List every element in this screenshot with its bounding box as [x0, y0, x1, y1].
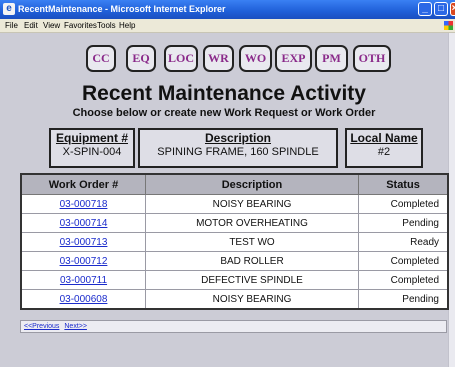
- description-cell: MOTOR OVERHEATING: [145, 213, 359, 233]
- page-title: Recent Maintenance Activity: [82, 82, 366, 105]
- nav-button-pm[interactable]: PM: [315, 45, 348, 72]
- table-row: 03-000712 BAD ROLLER Completed: [20, 251, 449, 271]
- table-row: 03-000713 TEST WO Ready: [20, 232, 449, 252]
- menu-file[interactable]: File: [5, 21, 18, 30]
- menu-favorites[interactable]: Favorites: [64, 21, 97, 30]
- work-order-cell: 03-000714: [20, 213, 146, 233]
- nav-button-wo[interactable]: WO: [239, 45, 272, 72]
- nav-button-oth[interactable]: OTH: [353, 45, 391, 72]
- menu-edit[interactable]: Edit: [24, 21, 38, 30]
- local-name-label: Local Name: [350, 131, 418, 145]
- equipment-label: Equipment #: [55, 131, 128, 145]
- description-box: Description SPINING FRAME, 160 SPINDLE: [138, 128, 338, 168]
- description-label: Description: [204, 131, 271, 145]
- work-order-cell: 03-000712: [20, 251, 146, 271]
- work-order-link[interactable]: 03-000608: [60, 294, 108, 305]
- maximize-button[interactable]: □: [434, 2, 448, 16]
- equipment-box: Equipment # X-SPIN-004: [49, 128, 135, 168]
- work-order-link[interactable]: 03-000714: [60, 218, 108, 229]
- work-order-link[interactable]: 03-000713: [60, 237, 108, 248]
- equipment-value: X-SPIN-004: [62, 146, 122, 158]
- description-cell: NOISY BEARING: [145, 289, 359, 310]
- column-header-status: Status: [358, 173, 449, 195]
- status-cell: Completed: [358, 194, 449, 214]
- close-button[interactable]: ×: [450, 2, 455, 16]
- page-subtitle: Choose below or create new Work Request …: [72, 107, 376, 119]
- vertical-scrollbar[interactable]: [448, 33, 455, 367]
- table-row: 03-000711 DEFECTIVE SPINDLE Completed: [20, 270, 449, 290]
- description-cell: TEST WO: [145, 232, 359, 252]
- pagination-bar: <<Previous Next>>: [20, 320, 447, 333]
- previous-page-link[interactable]: <<Previous: [24, 323, 59, 330]
- table-row: 03-000608 NOISY BEARING Pending: [20, 289, 449, 310]
- column-header-work-order: Work Order #: [20, 173, 146, 195]
- window-titlebar: e RecentMaintenance - Microsoft Internet…: [0, 0, 455, 19]
- ie-icon: e: [3, 3, 15, 15]
- nav-button-exp[interactable]: EXP: [275, 45, 312, 72]
- window-title: RecentMaintenance - Microsoft Internet E…: [18, 4, 226, 14]
- status-cell: Pending: [358, 213, 449, 233]
- work-order-link[interactable]: 03-000718: [60, 199, 108, 210]
- table-row: 03-000714 MOTOR OVERHEATING Pending: [20, 213, 449, 233]
- nav-button-wr[interactable]: WR: [203, 45, 234, 72]
- work-order-cell: 03-000608: [20, 289, 146, 310]
- status-cell: Completed: [358, 270, 449, 290]
- windows-logo-icon: [444, 21, 453, 30]
- next-page-link[interactable]: Next>>: [64, 323, 87, 330]
- menu-view[interactable]: View: [43, 21, 60, 30]
- status-cell: Ready: [358, 232, 449, 252]
- nav-button-cc[interactable]: CC: [86, 45, 116, 72]
- description-cell: BAD ROLLER: [145, 251, 359, 271]
- description-cell: NOISY BEARING: [145, 194, 359, 214]
- table-header-row: Work Order # Description Status: [20, 173, 449, 195]
- work-order-link[interactable]: 03-000711: [60, 275, 107, 286]
- status-cell: Pending: [358, 289, 449, 310]
- menu-bar: File Edit View Favorites Tools Help: [0, 19, 455, 33]
- minimize-button[interactable]: _: [418, 2, 432, 16]
- table-row: 03-000718 NOISY BEARING Completed: [20, 194, 449, 214]
- work-order-cell: 03-000713: [20, 232, 146, 252]
- description-value: SPINING FRAME, 160 SPINDLE: [157, 146, 319, 158]
- menu-help[interactable]: Help: [119, 21, 135, 30]
- work-order-link[interactable]: 03-000712: [60, 256, 108, 267]
- local-name-value: #2: [377, 146, 391, 158]
- nav-button-loc[interactable]: LOC: [164, 45, 198, 72]
- work-order-table: Work Order # Description Status 03-00071…: [20, 173, 449, 310]
- work-order-cell: 03-000718: [20, 194, 146, 214]
- work-order-cell: 03-000711: [20, 270, 146, 290]
- column-header-description: Description: [145, 173, 359, 195]
- description-cell: DEFECTIVE SPINDLE: [145, 270, 359, 290]
- local-name-box: Local Name #2: [345, 128, 423, 168]
- menu-tools[interactable]: Tools: [97, 21, 116, 30]
- status-cell: Completed: [358, 251, 449, 271]
- nav-button-eq[interactable]: EQ: [126, 45, 156, 72]
